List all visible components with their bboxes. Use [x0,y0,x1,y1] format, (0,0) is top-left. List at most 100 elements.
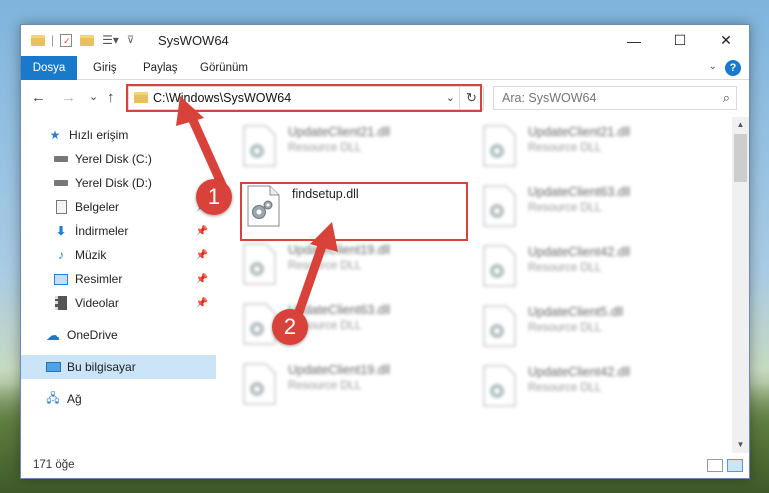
file-tile[interactable]: UpdateClient21.dll Resource DLL [476,121,706,171]
sidebar-item-label: Yerel Disk (C:) [75,152,152,166]
close-icon: ✕ [720,32,732,48]
customize-toolbar-icon[interactable]: ☰▾ [102,33,119,47]
scroll-up-icon[interactable]: ▲ [732,117,749,133]
sidebar-item-quick-access[interactable]: ★ Hızlı erişim [21,123,216,147]
file-type: Resource DLL [288,142,362,154]
download-icon: ⬇ [55,224,67,238]
cloud-icon: ☁ [46,326,60,343]
vertical-scrollbar[interactable]: ▲ ▼ [732,117,749,453]
folder-icon [31,34,45,46]
sidebar-item-music[interactable]: ♪ Müzik 📌 [21,243,216,267]
drive-icon [53,151,69,167]
file-tile[interactable]: UpdateClient19.dll Resource DLL [236,359,466,409]
tab-file[interactable]: Dosya [21,56,77,80]
file-name: UpdateClient5.dll [528,305,624,319]
file-name: UpdateClient21.dll [288,125,391,139]
back-button[interactable]: ← [31,89,46,106]
sidebar-item-onedrive[interactable]: ☁ OneDrive [21,323,216,347]
tab-share[interactable]: Paylaş [143,56,178,80]
sidebar-item-label: Müzik [75,248,107,262]
search-box[interactable]: ⌕ [493,86,737,110]
sidebar-item-label: Videolar [75,296,119,310]
help-button[interactable]: ? [725,60,741,76]
minimize-icon: — [627,32,641,49]
file-tile[interactable]: UpdateClient19.dll Resource DLL [236,239,466,289]
file-tile[interactable]: UpdateClient5.dll Resource DLL [476,301,706,351]
search-input[interactable] [502,90,702,106]
file-name: UpdateClient21.dll [528,125,631,139]
star-icon: ★ [49,128,61,142]
dll-file-icon [243,125,276,167]
status-bar: 171 öğe [21,453,749,478]
dll-file-icon [483,125,516,167]
recent-locations-button[interactable]: ⌄ [89,90,98,103]
file-type: Resource DLL [528,382,602,394]
sidebar-item-disk-c[interactable]: Yerel Disk (C:) [21,147,216,171]
file-tile[interactable]: UpdateClient63.dll Resource DLL [236,299,466,349]
sidebar-item-pictures[interactable]: Resimler 📌 [21,267,216,291]
minimize-button[interactable]: — [611,25,657,56]
large-icons-view-icon[interactable] [727,459,743,472]
file-type: Resource DLL [528,202,602,214]
sidebar-item-this-pc[interactable]: Bu bilgisayar [21,355,216,379]
dll-file-icon [483,245,516,287]
quick-access-toolbar: | ✓ ☰▾ ⊽ [31,33,134,47]
tab-home[interactable]: Giriş [93,56,117,80]
ribbon-tabs: Dosya Giriş Paylaş Görünüm ⌄ ? [21,56,749,80]
file-tile[interactable]: UpdateClient63.dll Resource DLL [476,181,706,231]
file-type: Resource DLL [288,260,362,272]
sidebar-item-downloads[interactable]: ⬇ İndirmeler 📌 [21,219,216,243]
forward-button[interactable]: → [61,89,76,106]
item-count: 171 öğe [33,459,75,471]
dll-file-icon [483,185,516,227]
sidebar-item-network[interactable]: 🖧 Ağ [21,387,216,411]
documents-icon [53,199,69,215]
step-marker-1: 1 [196,179,232,215]
sidebar-item-label: Resimler [75,272,123,286]
file-name: UpdateClient63.dll [528,185,631,199]
scroll-thumb[interactable] [734,134,747,182]
sidebar-item-label: OneDrive [67,328,118,342]
pin-icon[interactable]: 📌 [196,274,208,285]
file-name: UpdateClient19.dll [288,363,391,377]
close-button[interactable]: ✕ [703,25,749,56]
drive-icon [53,175,69,191]
file-name: UpdateClient19.dll [288,243,391,257]
new-folder-icon[interactable] [80,34,95,46]
pin-icon[interactable]: 📌 [196,250,208,261]
pin-icon[interactable]: 📌 [196,226,208,237]
pin-icon[interactable]: 📌 [196,298,208,309]
sidebar-item-label: İndirmeler [75,224,129,238]
properties-icon[interactable]: ✓ [60,33,73,47]
file-tile[interactable]: UpdateClient42.dll Resource DLL [476,361,706,411]
sidebar-item-documents[interactable]: Belgeler 📌 [21,195,216,219]
title-bar: | ✓ ☰▾ ⊽ SysWOW64 — ☐ ✕ [21,25,749,56]
dll-file-icon [243,363,276,405]
pictures-icon [53,271,69,287]
file-type: Resource DLL [528,262,602,274]
file-highlight-box [240,182,468,241]
dll-file-icon [483,365,516,407]
expand-ribbon-icon[interactable]: ⌄ [709,61,717,72]
scroll-down-icon[interactable]: ▼ [732,437,749,453]
separator: | [51,33,55,47]
file-tile[interactable]: UpdateClient42.dll Resource DLL [476,241,706,291]
file-explorer-window: | ✓ ☰▾ ⊽ SysWOW64 — ☐ ✕ Dosya Giriş Payl… [20,24,750,479]
navigation-bar: ← → ⌄ ↑ C:\Windows\SysWOW64 ⌄ ↻ ⌕ [21,81,749,115]
step-marker-2: 2 [272,309,308,345]
address-highlight-box [126,84,482,112]
sidebar-item-disk-d[interactable]: Yerel Disk (D:) [21,171,216,195]
tab-view[interactable]: Görünüm [200,56,248,80]
maximize-button[interactable]: ☐ [657,25,703,56]
sidebar-item-videos[interactable]: Videolar 📌 [21,291,216,315]
up-button[interactable]: ↑ [107,89,115,106]
sidebar-item-label: Yerel Disk (D:) [75,176,152,190]
dll-file-icon [243,243,276,285]
chevron-down-icon[interactable]: ⊽ [127,35,134,46]
sidebar-item-label: Hızlı erişim [69,128,129,142]
sidebar-item-label: Ağ [67,392,82,406]
file-name: UpdateClient42.dll [528,245,631,259]
file-tile[interactable]: UpdateClient21.dll Resource DLL [236,121,466,171]
details-view-icon[interactable] [707,459,723,472]
music-icon: ♪ [58,248,64,262]
